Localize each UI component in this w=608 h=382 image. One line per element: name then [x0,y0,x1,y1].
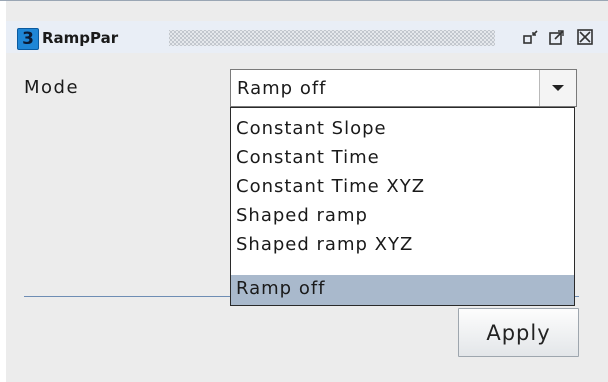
apply-button[interactable]: Apply [458,308,579,357]
option-shaped-ramp[interactable]: Shaped ramp [231,201,574,230]
option-ramp-off[interactable]: Ramp off [231,275,574,305]
panel-title: RampPar [42,29,119,47]
minimize-icon [523,30,538,44]
drag-handle[interactable] [169,30,495,46]
close-icon [577,29,593,45]
maximize-button[interactable] [547,27,567,47]
mode-label: Mode [24,77,80,98]
panel-titlebar[interactable]: 3 RampPar [6,21,608,53]
option-constant-time-xyz[interactable]: Constant Time XYZ [231,172,574,201]
ramppar-panel: 3 RampPar Mode Ramp off Apply Constant S… [0,0,608,382]
dropdown-arrow-button[interactable] [539,70,576,106]
minimize-button[interactable] [521,27,541,47]
chevron-down-icon [552,85,564,91]
maximize-icon [549,30,564,45]
option-shaped-ramp-xyz[interactable]: Shaped ramp XYZ [231,230,574,259]
close-button[interactable] [575,27,595,47]
option-constant-time[interactable]: Constant Time [231,143,574,172]
option-constant-slope[interactable]: Constant Slope [231,114,574,143]
mode-select-value: Ramp off [237,78,327,99]
mode-options-list: Constant Slope Constant Time Constant Ti… [230,107,575,306]
panel-number-badge: 3 [17,28,39,50]
mode-select[interactable]: Ramp off [230,69,577,107]
